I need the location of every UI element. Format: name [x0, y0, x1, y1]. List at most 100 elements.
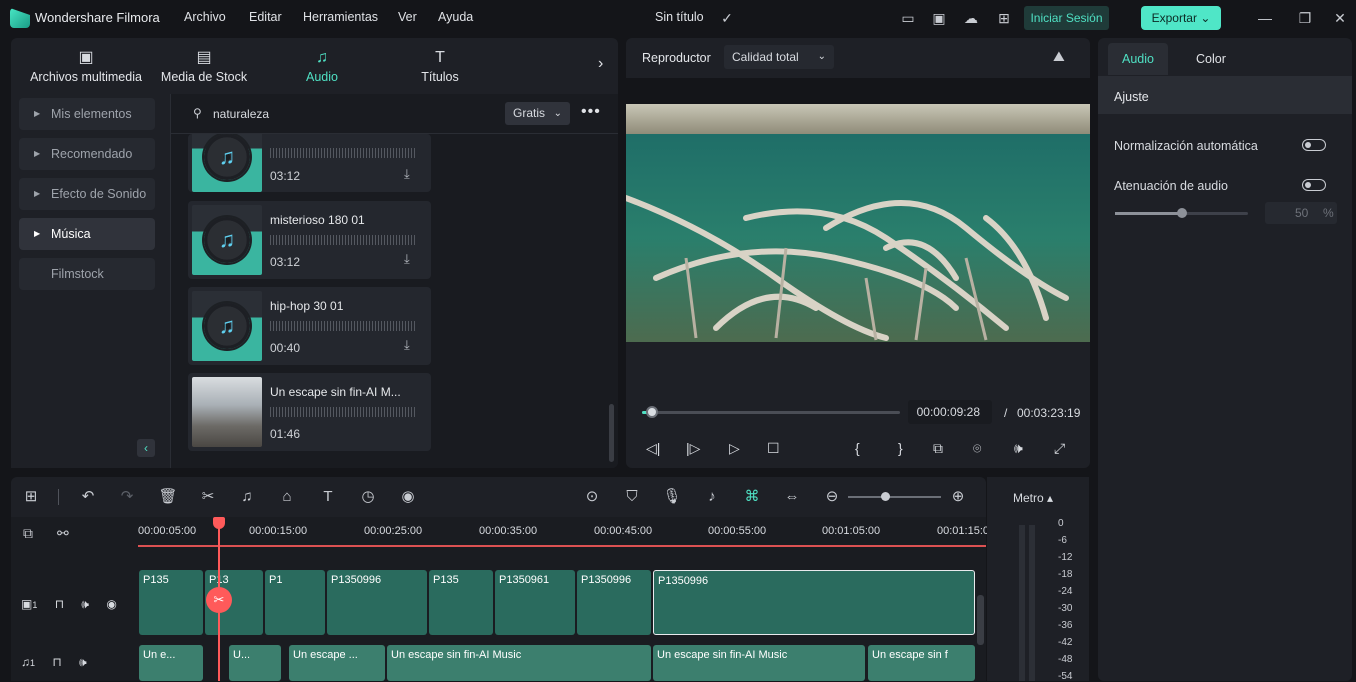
- list-item[interactable]: ♫ hip-hop 30 01 00:40 ⤓: [188, 287, 431, 365]
- lock-icon[interactable]: ⊓: [55, 597, 64, 611]
- audio-clip[interactable]: Un escape ...: [289, 645, 385, 681]
- tab-archivos-multimedia[interactable]: ▣ Archivos multimedia: [21, 38, 151, 94]
- sidebar-item-mis-elementos[interactable]: ▶ Mis elementos: [19, 98, 155, 130]
- progress-track[interactable]: [642, 406, 900, 418]
- text-icon[interactable]: T: [318, 487, 338, 507]
- zoom-slider-handle[interactable]: [881, 492, 890, 501]
- save-icon[interactable]: ▣: [930, 9, 948, 27]
- zoom-in-icon[interactable]: ⊕: [948, 487, 968, 507]
- time-ruler[interactable]: 00:00:05:00 00:00:15:00 00:00:25:00 00:0…: [138, 517, 995, 549]
- split-scissors-icon[interactable]: ✂: [198, 487, 218, 507]
- tab-media-de-stock[interactable]: ▤ Media de Stock: [157, 38, 251, 94]
- menu-herramientas[interactable]: Herramientas: [303, 10, 378, 24]
- download-icon[interactable]: ⤓: [404, 251, 410, 267]
- mark-in-icon[interactable]: {: [855, 440, 860, 456]
- audio-wave-icon[interactable]: ◉: [398, 487, 418, 507]
- mute-icon[interactable]: 🕪: [81, 597, 89, 611]
- meter-dropdown[interactable]: Metro ▴: [1013, 491, 1053, 505]
- tag-icon[interactable]: ⌂: [277, 487, 297, 507]
- timeline-scrollbar[interactable]: [977, 595, 984, 645]
- zoom-slider[interactable]: [848, 492, 941, 501]
- search-input[interactable]: naturaleza: [213, 107, 269, 121]
- snapshot-view-icon[interactable]: ⛰: [1053, 48, 1065, 65]
- menu-ver[interactable]: Ver: [398, 10, 417, 24]
- volume-icon[interactable]: 🕪: [1014, 440, 1023, 457]
- cloud-upload-icon[interactable]: ☁: [962, 9, 980, 27]
- audio-ducking-toggle[interactable]: [1302, 179, 1326, 191]
- list-item[interactable]: ♫ misterioso 180 01 03:12 ⤓: [188, 201, 431, 279]
- render-preview-icon[interactable]: ⧉: [933, 440, 943, 457]
- video-clip[interactable]: P1: [265, 570, 325, 635]
- tab-titulos[interactable]: T Títulos: [404, 38, 476, 94]
- ducking-value-input[interactable]: 50 %: [1265, 202, 1337, 224]
- menu-ayuda[interactable]: Ayuda: [438, 10, 473, 24]
- progress-handle[interactable]: [646, 406, 659, 418]
- video-clip[interactable]: P1350961: [495, 570, 575, 635]
- visibility-eye-icon[interactable]: ◉: [106, 597, 116, 611]
- quality-dropdown[interactable]: Calidad total ⌄: [724, 45, 834, 69]
- marker-icon[interactable]: ⛉: [622, 487, 642, 507]
- audio-clip[interactable]: Un escape sin fin-AI Music: [653, 645, 865, 681]
- login-button[interactable]: Iniciar Sesión: [1024, 6, 1109, 30]
- tab-audio-properties[interactable]: Audio: [1108, 43, 1168, 75]
- sidebar-item-recomendado[interactable]: ▶ Recomendado: [19, 138, 155, 170]
- redo-icon[interactable]: ↷: [117, 487, 137, 507]
- download-icon[interactable]: ⤓: [404, 166, 410, 182]
- snap-icon[interactable]: ⌘: [742, 487, 762, 507]
- lock-icon[interactable]: ⊓: [52, 655, 61, 669]
- more-options-icon[interactable]: •••: [581, 103, 601, 121]
- next-frame-icon[interactable]: |▷: [686, 440, 700, 457]
- audio-clip[interactable]: U...: [229, 645, 281, 681]
- ducking-slider-handle[interactable]: [1176, 208, 1187, 218]
- stop-icon[interactable]: ☐: [767, 440, 780, 457]
- layout-grid-icon[interactable]: ⊞: [21, 487, 41, 507]
- download-icon[interactable]: ⤓: [404, 337, 410, 353]
- export-button[interactable]: Exportar ⌄: [1141, 6, 1221, 30]
- audio-edit-icon[interactable]: ♫: [237, 487, 257, 507]
- fullscreen-icon[interactable]: ⤢: [1054, 440, 1065, 457]
- tab-color[interactable]: Color: [1196, 52, 1226, 66]
- undo-icon[interactable]: ↶: [78, 487, 98, 507]
- video-clip[interactable]: P135: [429, 570, 493, 635]
- microphone-icon[interactable]: 🎙: [662, 487, 682, 507]
- scrollbar[interactable]: [609, 404, 614, 462]
- fit-zoom-icon[interactable]: ⇔: [782, 487, 802, 507]
- sidebar-item-filmstock[interactable]: Filmstock: [19, 258, 155, 290]
- music-list-icon[interactable]: ♪: [702, 487, 722, 507]
- mute-icon[interactable]: 🕪: [79, 655, 87, 669]
- audio-clip[interactable]: Un e...: [139, 645, 203, 681]
- playhead-handle[interactable]: [213, 517, 225, 529]
- delete-icon[interactable]: 🗑: [158, 487, 178, 507]
- play-icon[interactable]: ▷: [729, 440, 740, 457]
- close-icon[interactable]: ✕: [1331, 9, 1349, 27]
- sidebar-item-efecto-de-sonido[interactable]: ▶ Efecto de Sonido: [19, 178, 155, 210]
- speed-timer-icon[interactable]: ◷: [358, 487, 378, 507]
- snapshot-icon[interactable]: ⌾: [973, 440, 981, 457]
- video-clip-selected[interactable]: P1350996: [653, 570, 975, 635]
- tab-audio[interactable]: ♫ Audio: [286, 38, 358, 94]
- restore-icon[interactable]: ❐: [1296, 9, 1314, 27]
- layout-icon[interactable]: ▭: [899, 9, 917, 27]
- video-clip[interactable]: P1350996: [577, 570, 651, 635]
- price-filter-dropdown[interactable]: Gratis ⌄: [505, 102, 570, 125]
- ducking-slider[interactable]: [1115, 208, 1248, 218]
- add-track-icon[interactable]: ⧉: [23, 525, 33, 542]
- link-icon[interactable]: ⚯: [57, 525, 69, 542]
- audio-clip[interactable]: Un escape sin fin-AI Music: [387, 645, 651, 681]
- auto-highlight-icon[interactable]: ⊙: [582, 487, 602, 507]
- collapse-sidebar-button[interactable]: ‹: [137, 439, 155, 457]
- menu-editar[interactable]: Editar: [249, 10, 282, 24]
- split-scissors-icon[interactable]: ✂: [206, 587, 232, 613]
- list-item[interactable]: ♫ 03:12 ⤓: [188, 134, 431, 192]
- sidebar-item-musica[interactable]: ▶ Música: [19, 218, 155, 250]
- zoom-out-icon[interactable]: ⊖: [822, 487, 842, 507]
- menu-archivo[interactable]: Archivo: [184, 10, 226, 24]
- mark-out-icon[interactable]: }: [898, 440, 903, 456]
- audio-clip[interactable]: Un escape sin f: [868, 645, 975, 681]
- auto-normalize-toggle[interactable]: [1302, 139, 1326, 151]
- chevron-right-icon[interactable]: ›: [598, 55, 603, 73]
- video-clip[interactable]: P1350996: [327, 570, 427, 635]
- video-clip[interactable]: P135: [139, 570, 203, 635]
- previous-frame-icon[interactable]: ◁|: [646, 440, 660, 457]
- apps-grid-icon[interactable]: ⊞: [995, 9, 1013, 27]
